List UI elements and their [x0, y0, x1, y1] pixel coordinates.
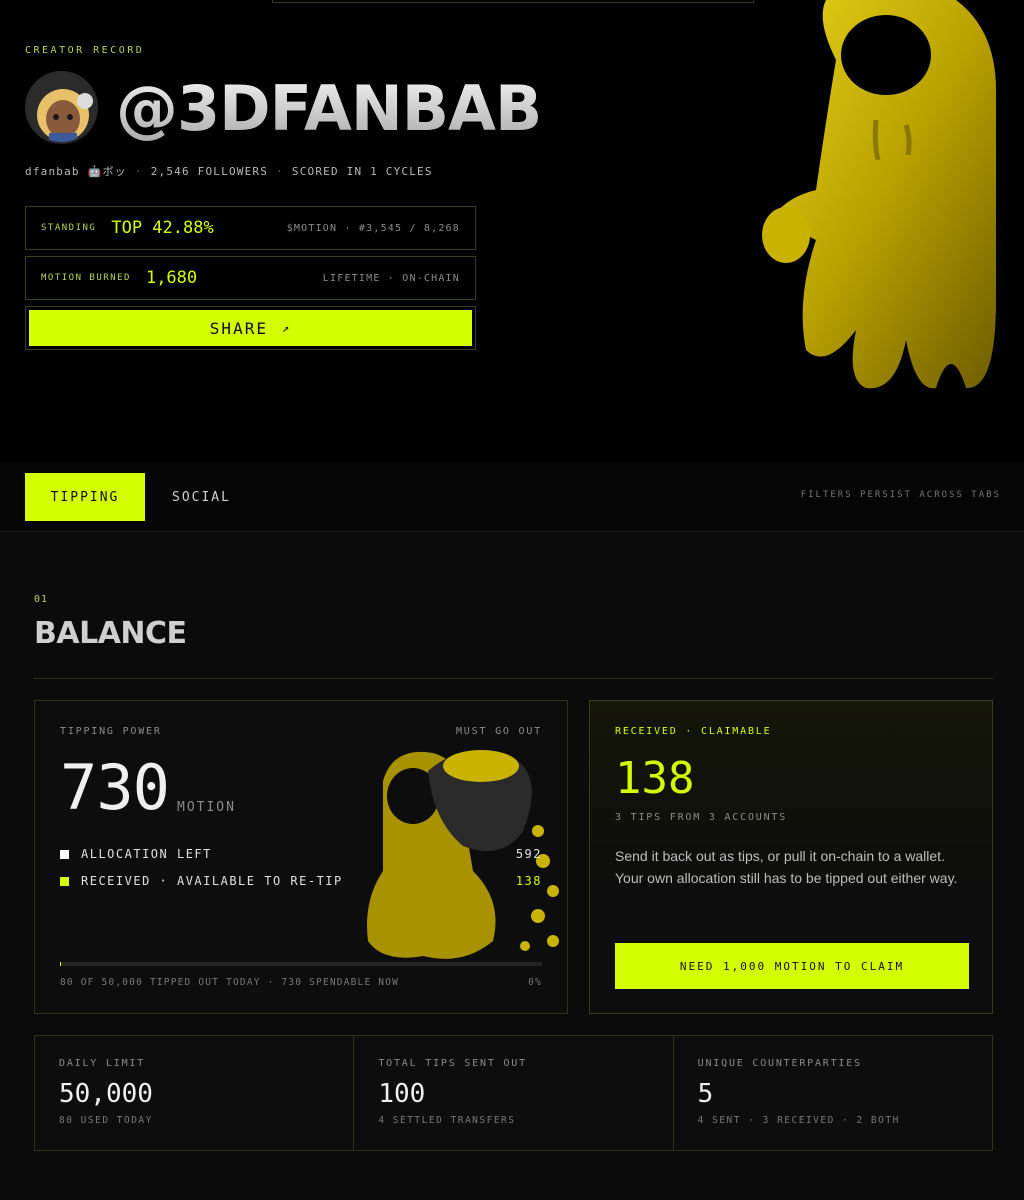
share-label: SHARE [209, 318, 268, 338]
row-label: RECEIVED · AVAILABLE TO RE-TIP [81, 874, 343, 888]
stat-value: 5 [697, 1079, 714, 1109]
stat-sub: 4 SENT · 3 RECEIVED · 2 BOTH [697, 1115, 900, 1126]
legend-square [60, 876, 69, 886]
footer-left: 80 OF 50,000 TIPPED OUT TODAY · 730 SPEN… [60, 977, 400, 988]
tab-tipping[interactable]: TIPPING [25, 473, 145, 521]
share-frame: SHARE ↗ [25, 306, 476, 350]
tipping-power-card: TIPPING POWER MUST GO OUT 730 MOTION ALL… [34, 700, 568, 1014]
tipped-progress-track [60, 962, 542, 966]
stat-title: DAILY LIMIT [59, 1058, 146, 1069]
username: dfanbab 🤖ボッ [25, 165, 127, 178]
mascot-figure [756, 0, 1006, 392]
followers-count: 2,546 FOLLOWERS [150, 164, 269, 178]
stats-row: DAILY LIMIT 50,000 80 USED TODAY TOTAL T… [34, 1035, 993, 1151]
burned-label: MOTION BURNED [41, 273, 131, 283]
burned-detail: LIFETIME · ON-CHAIN [322, 272, 460, 284]
received-value: 138 [615, 753, 695, 804]
burned-box: MOTION BURNED 1,680 LIFETIME · ON-CHAIN [25, 256, 476, 300]
tabs-note: FILTERS PERSIST ACROSS TABS [800, 490, 1001, 500]
avatar [25, 71, 98, 144]
tipping-power-label: TIPPING POWER [60, 726, 162, 737]
share-button[interactable]: SHARE ↗ [29, 310, 472, 346]
row-label: ALLOCATION LEFT [81, 847, 212, 861]
standing-detail: $MOTION · #3,545 / 8,268 [286, 222, 460, 234]
stat-sub: 80 USED TODAY [59, 1115, 153, 1126]
received-claimable-card: RECEIVED · CLAIMABLE 138 3 TIPS FROM 3 A… [589, 700, 993, 1014]
separator: · [134, 164, 143, 178]
section-divider [34, 678, 993, 679]
section-title: BALANCE [34, 616, 187, 651]
stat-title: TOTAL TIPS SENT OUT [378, 1058, 527, 1069]
stat-sub: 4 SETTLED TRANSFERS [378, 1115, 516, 1126]
row-value: 592 [515, 847, 542, 861]
stat-title: UNIQUE COUNTERPARTIES [697, 1058, 862, 1069]
stat-value: 100 [378, 1079, 426, 1109]
received-sub: 3 TIPS FROM 3 ACCOUNTS [615, 812, 788, 823]
tipping-power-value: 730 [60, 751, 170, 824]
top-frame-edge [272, 0, 754, 3]
received-row: RECEIVED · AVAILABLE TO RE-TIP 138 [60, 874, 542, 888]
creator-meta: dfanbab 🤖ボッ · 2,546 FOLLOWERS · SCORED I… [25, 163, 433, 179]
claim-button[interactable]: NEED 1,000 MOTION TO CLAIM [615, 943, 969, 989]
eyebrow-label: CREATOR RECORD [25, 45, 145, 56]
tipped-progress-fill [60, 962, 61, 966]
stat-value: 50,000 [59, 1079, 153, 1109]
burned-value: 1,680 [145, 268, 198, 288]
tab-social[interactable]: SOCIAL [172, 473, 231, 521]
footer-percent: 0% [528, 977, 542, 988]
stat-daily-limit: DAILY LIMIT 50,000 80 USED TODAY [35, 1036, 355, 1150]
must-go-out-badge: MUST GO OUT [455, 726, 542, 737]
tipping-power-footer: 80 OF 50,000 TIPPED OUT TODAY · 730 SPEN… [60, 977, 542, 988]
row-value: 138 [515, 874, 542, 888]
stat-total-tips: TOTAL TIPS SENT OUT 100 4 SETTLED TRANSF… [354, 1036, 674, 1150]
allocation-left-row: ALLOCATION LEFT 592 [60, 847, 542, 861]
creator-handle: @3DFANBAB [116, 72, 542, 145]
standing-label: STANDING [41, 223, 97, 233]
tipping-power-unit: MOTION [177, 800, 236, 815]
received-description: Send it back out as tips, or pull it on-… [615, 848, 958, 886]
legend-square [60, 849, 69, 859]
stat-unique-counterparties: UNIQUE COUNTERPARTIES 5 4 SENT · 3 RECEI… [674, 1036, 992, 1150]
scored-cycles: SCORED IN 1 CYCLES [291, 164, 433, 178]
section-number: 01 [34, 594, 49, 605]
standing-box: STANDING TOP 42.88% $MOTION · #3,545 / 8… [25, 206, 476, 250]
standing-value: TOP 42.88% [111, 218, 214, 238]
received-label: RECEIVED · CLAIMABLE [615, 726, 772, 737]
share-arrow-icon: ↗ [281, 321, 292, 335]
separator: · [276, 164, 284, 178]
